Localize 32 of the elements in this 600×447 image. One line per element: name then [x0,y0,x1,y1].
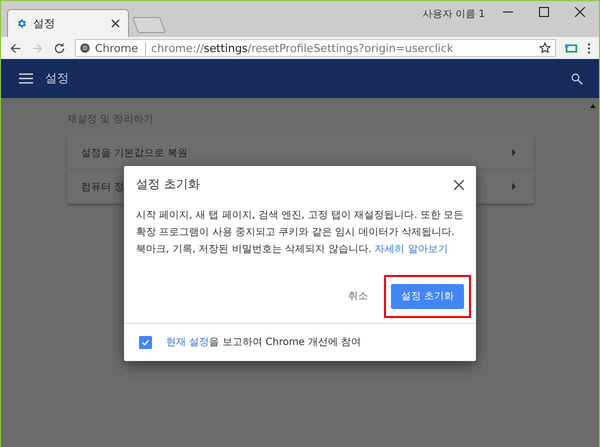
address-bar[interactable]: Chrome chrome://settings/resetProfileSettings?origin=userclick [75,39,556,57]
star-icon[interactable] [539,42,551,54]
close-icon[interactable] [111,19,120,28]
close-icon[interactable] [454,180,464,190]
current-settings-link[interactable]: 현재 설정 [166,337,210,348]
url-text: chrome://settings/resetProfileSettings?origin=userclick [151,42,454,54]
page-title: 설정 [45,70,70,87]
checkmark-icon [141,338,150,346]
scroll-up-arrow-icon[interactable] [590,104,596,108]
browser-tab[interactable]: 설정 [7,9,129,37]
reload-icon[interactable] [53,42,66,54]
dialog-message: 시작 페이지, 새 탭 페이지, 검색 엔진, 고정 탭이 재설정됩니다. 또한 모든 확장 프로그램이 사용 중지되고 쿠키와 같은 임시 데이터가 삭제됩니다. 북마크, 기록, 저장된 비밀번호는 삭제되지 않습니다. 자세히 알아보기 [136,209,464,257]
learn-more-link[interactable]: 자세히 알아보기 [374,244,448,255]
checkbox[interactable] [139,336,152,348]
menu-icon[interactable] [19,73,33,84]
search-icon[interactable] [571,72,583,84]
more-menu-icon[interactable] [587,42,591,54]
report-label: 현재 설정을 보고하여 Chrome 개선에 참여 [166,336,362,349]
profile-name[interactable]: 사용자 이름 1 [422,7,485,21]
extension-icon[interactable] [565,42,578,54]
cancel-button[interactable]: 취소 [340,285,376,307]
chevron-right-icon [512,183,516,190]
close-icon[interactable] [575,7,585,17]
reset-settings-button[interactable]: 설정 초기화 [390,284,464,308]
origin-chip: Chrome [95,42,146,54]
chevron-right-icon [512,149,516,156]
maximize-icon[interactable] [539,7,549,17]
tab-title: 설정 [33,16,56,31]
gear-icon [16,18,27,29]
back-arrow-icon[interactable] [9,42,22,54]
dialog-title: 설정 초기화 [136,176,200,193]
chrome-icon [80,43,90,53]
